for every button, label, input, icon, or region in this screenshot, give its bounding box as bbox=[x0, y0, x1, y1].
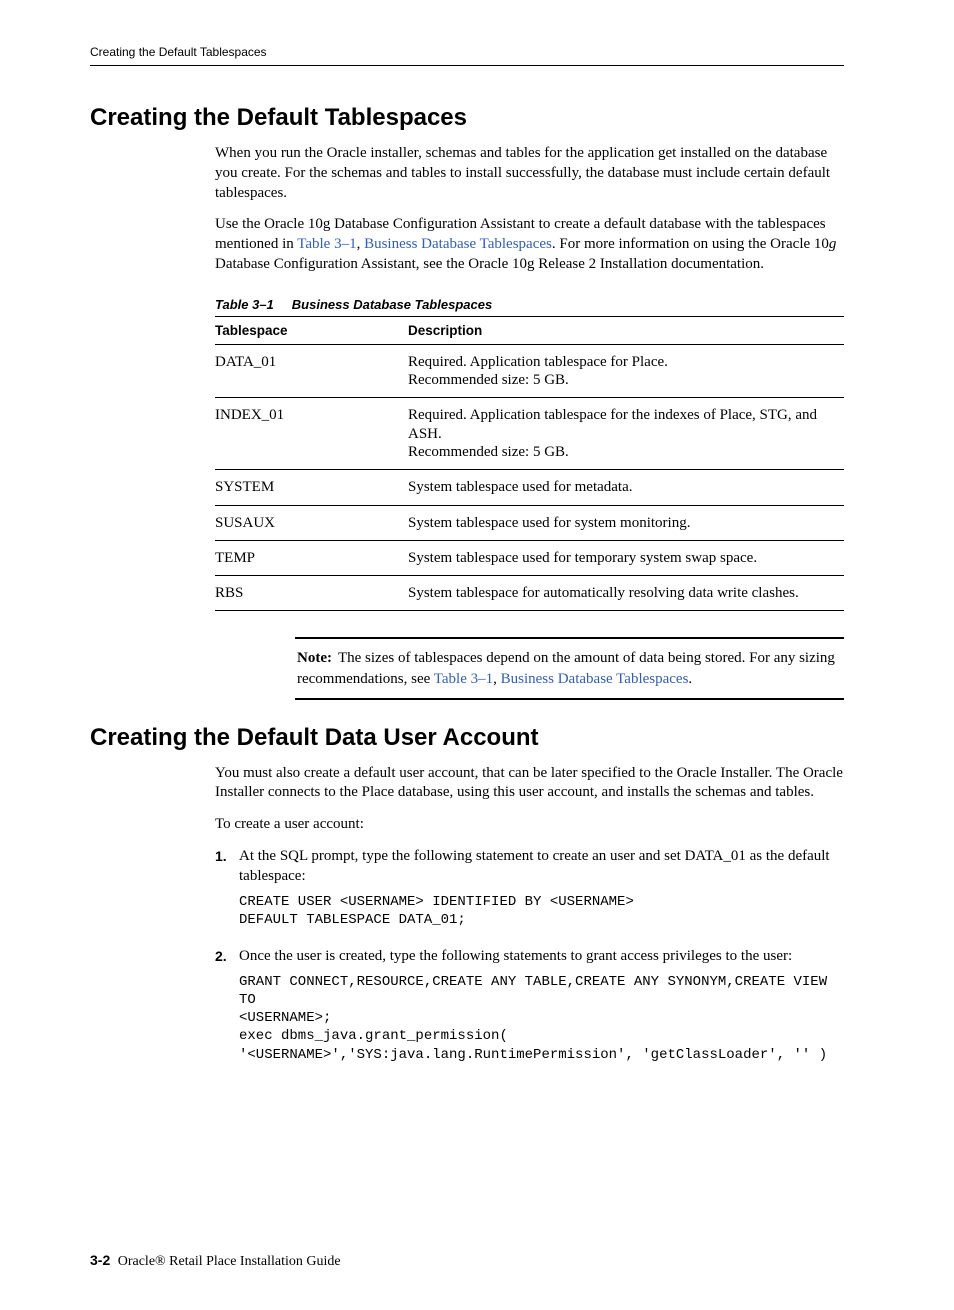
text: , bbox=[493, 671, 501, 687]
section-heading-user-account: Creating the Default Data User Account bbox=[90, 724, 844, 752]
xref-table-3-1[interactable]: Table 3–1 bbox=[434, 671, 493, 687]
table-caption: Table 3–1 Business Database Tablespaces bbox=[215, 297, 844, 312]
step-text: Once the user is created, type the follo… bbox=[239, 948, 792, 964]
cell-tablespace: DATA_01 bbox=[215, 344, 408, 398]
cell-description: System tablespace used for system monito… bbox=[408, 505, 844, 540]
table-row: SYSTEM System tablespace used for metada… bbox=[215, 470, 844, 505]
steps-list: 1. At the SQL prompt, type the following… bbox=[215, 847, 844, 1072]
cell-description: Required. Application tablespace for Pla… bbox=[408, 344, 844, 398]
code-block: GRANT CONNECT,RESOURCE,CREATE ANY TABLE,… bbox=[239, 973, 844, 1064]
page-footer: 3-2 Oracle® Retail Place Installation Gu… bbox=[90, 1252, 844, 1270]
table-header-row: Tablespace Description bbox=[215, 316, 844, 344]
note-label: Note: bbox=[297, 650, 332, 666]
cell-tablespace: TEMP bbox=[215, 540, 408, 575]
running-header: Creating the Default Tablespaces bbox=[90, 45, 844, 66]
table-row: INDEX_01 Required. Application tablespac… bbox=[215, 398, 844, 470]
xref-table-3-1[interactable]: Table 3–1 bbox=[297, 236, 356, 252]
text: . For more information on using the Orac… bbox=[552, 236, 829, 252]
cell-tablespace: RBS bbox=[215, 576, 408, 611]
cell-description: Required. Application tablespace for the… bbox=[408, 398, 844, 470]
italic-g: g bbox=[829, 236, 837, 252]
cell-description: System tablespace for automatically reso… bbox=[408, 576, 844, 611]
col-header-tablespace: Tablespace bbox=[215, 316, 408, 344]
list-item: 2. Once the user is created, type the fo… bbox=[215, 947, 844, 1072]
step-number: 1. bbox=[215, 847, 239, 937]
section-heading-tablespaces: Creating the Default Tablespaces bbox=[90, 104, 844, 132]
cell-tablespace: SUSAUX bbox=[215, 505, 408, 540]
cell-description: System tablespace used for metadata. bbox=[408, 470, 844, 505]
text: Database Configuration Assistant, see th… bbox=[215, 256, 764, 272]
paragraph: To create a user account: bbox=[215, 815, 844, 835]
cell-tablespace: SYSTEM bbox=[215, 470, 408, 505]
table-caption-number: Table 3–1 bbox=[215, 297, 274, 312]
cell-tablespace: INDEX_01 bbox=[215, 398, 408, 470]
table-caption-title: Business Database Tablespaces bbox=[292, 297, 492, 312]
note-box: Note:The sizes of tablespaces depend on … bbox=[295, 637, 844, 699]
table-row: SUSAUX System tablespace used for system… bbox=[215, 505, 844, 540]
col-header-description: Description bbox=[408, 316, 844, 344]
cell-description: System tablespace used for temporary sys… bbox=[408, 540, 844, 575]
xref-business-db-tablespaces[interactable]: Business Database Tablespaces bbox=[364, 236, 552, 252]
section2-body: You must also create a default user acco… bbox=[215, 764, 844, 1072]
step-number: 2. bbox=[215, 947, 239, 1072]
text: . bbox=[688, 671, 692, 687]
table-business-db-tablespaces: Tablespace Description DATA_01 Required.… bbox=[215, 316, 844, 612]
paragraph: When you run the Oracle installer, schem… bbox=[215, 144, 844, 203]
list-item: 1. At the SQL prompt, type the following… bbox=[215, 847, 844, 937]
page-number: 3-2 bbox=[90, 1252, 110, 1268]
text: , bbox=[357, 236, 365, 252]
step-text: At the SQL prompt, type the following st… bbox=[239, 848, 830, 884]
table-row: DATA_01 Required. Application tablespace… bbox=[215, 344, 844, 398]
xref-business-db-tablespaces[interactable]: Business Database Tablespaces bbox=[501, 671, 689, 687]
paragraph: Use the Oracle 10g Database Configuratio… bbox=[215, 215, 844, 274]
code-block: CREATE USER <USERNAME> IDENTIFIED BY <US… bbox=[239, 893, 844, 929]
book-title: Oracle® Retail Place Installation Guide bbox=[118, 1254, 341, 1269]
section1-body: When you run the Oracle installer, schem… bbox=[215, 144, 844, 700]
paragraph: You must also create a default user acco… bbox=[215, 764, 844, 804]
table-row: RBS System tablespace for automatically … bbox=[215, 576, 844, 611]
page: Creating the Default Tablespaces Creatin… bbox=[0, 0, 954, 1310]
table-row: TEMP System tablespace used for temporar… bbox=[215, 540, 844, 575]
